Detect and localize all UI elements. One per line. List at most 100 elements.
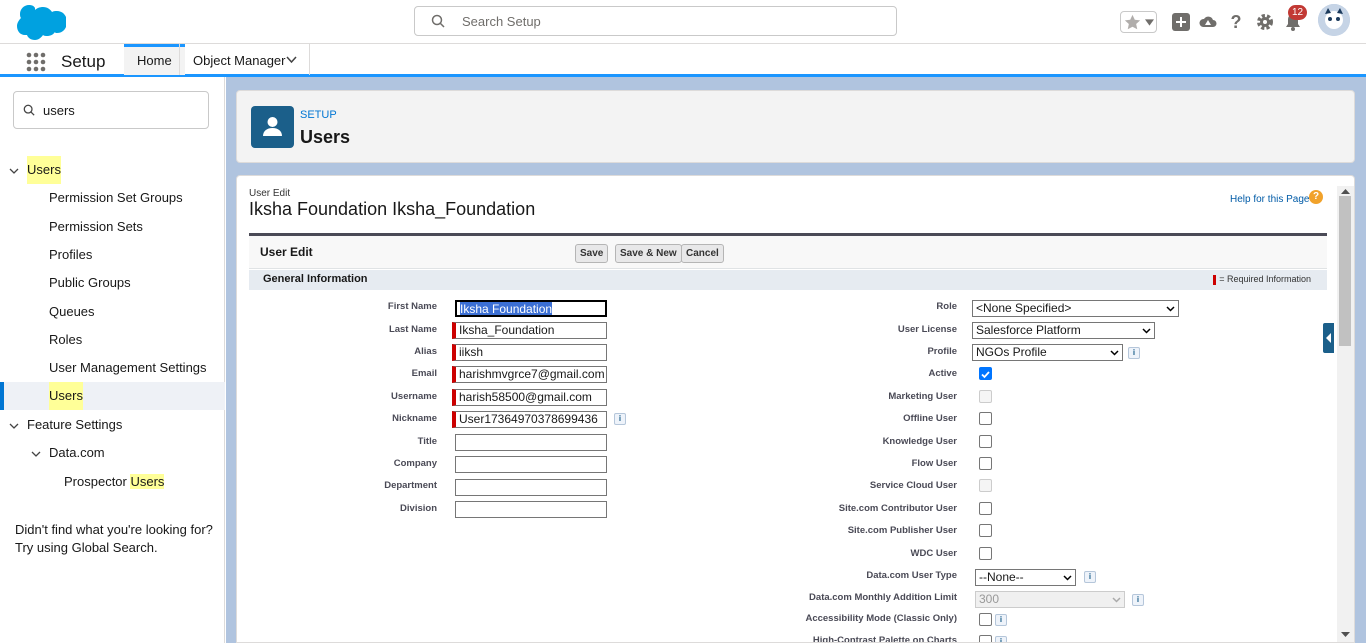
flow-user-checkbox[interactable] xyxy=(979,457,992,470)
chevron-down-icon[interactable] xyxy=(9,166,19,176)
cancel-button[interactable]: Cancel xyxy=(681,244,724,263)
page-header-subtitle[interactable]: SETUP xyxy=(300,109,337,121)
sidebar-item-data-com[interactable]: Data.com xyxy=(0,439,225,467)
label-datacom-monthly-limit: Data.com Monthly Addition Limit xyxy=(809,592,957,603)
tab-object-manager[interactable]: Object Manager xyxy=(179,44,310,75)
label-datacom-user-type: Data.com User Type xyxy=(866,570,957,581)
user-license-select[interactable]: Salesforce Platform xyxy=(972,322,1155,339)
nickname-input[interactable]: User17364970378699436 xyxy=(452,411,607,428)
info-icon[interactable]: i xyxy=(1084,571,1096,583)
info-icon[interactable]: i xyxy=(1128,347,1140,359)
not-found-line-1: Didn't find what you're looking for? xyxy=(15,522,213,537)
add-icon[interactable] xyxy=(1171,12,1191,32)
site-publisher-user-checkbox[interactable] xyxy=(979,524,992,537)
search-icon xyxy=(23,104,35,116)
company-input[interactable] xyxy=(455,456,607,473)
last-name-input[interactable]: Iksha_Foundation xyxy=(452,322,607,339)
quick-find-input[interactable]: users xyxy=(13,91,209,129)
trailhead-icon[interactable] xyxy=(1198,12,1218,32)
favorites-button[interactable] xyxy=(1120,11,1157,33)
info-icon[interactable]: i xyxy=(995,636,1007,642)
star-icon xyxy=(1124,14,1141,30)
sidebar-item-permission-set-groups[interactable]: Permission Set Groups xyxy=(0,184,225,212)
sidebar-item-permission-sets[interactable]: Permission Sets xyxy=(0,213,225,241)
help-icon[interactable]: ? xyxy=(1226,12,1246,32)
label-accessibility-mode: Accessibility Mode (Classic Only) xyxy=(805,613,957,624)
label-title: Title xyxy=(417,436,437,447)
first-name-input[interactable]: Iksha Foundation xyxy=(455,300,607,317)
button-row: User Edit Save Save & New Cancel xyxy=(249,236,1327,269)
main-content: SETUP Users User Edit Iksha Foundation I… xyxy=(226,77,1366,643)
sidebar-item-queues[interactable]: Queues xyxy=(0,298,225,326)
sidebar-item-profiles[interactable]: Profiles xyxy=(0,241,225,269)
quick-find-value: users xyxy=(43,103,75,118)
gear-icon[interactable] xyxy=(1255,12,1275,32)
sidebar-item-feature-settings[interactable]: Feature Settings xyxy=(0,411,225,439)
scrollbar-thumb[interactable] xyxy=(1339,196,1351,346)
label-offline-user: Offline User xyxy=(903,413,957,424)
info-icon[interactable]: i xyxy=(995,614,1007,626)
salesforce-logo[interactable] xyxy=(14,4,66,40)
sidebar-item-users[interactable]: Users xyxy=(0,382,225,410)
scroll-up-icon[interactable] xyxy=(1341,188,1350,194)
active-checkbox[interactable] xyxy=(979,367,992,380)
sidebar-item-users-group[interactable]: Users xyxy=(0,156,225,184)
label-high-contrast-palette: High-Contrast Palette on Charts xyxy=(812,635,957,643)
avatar-icon xyxy=(1318,4,1350,36)
alias-input[interactable]: iiksh xyxy=(452,344,607,361)
high-contrast-palette-checkbox[interactable] xyxy=(979,635,992,642)
edit-page-title: Iksha Foundation Iksha_Foundation xyxy=(249,199,536,219)
user-avatar[interactable] xyxy=(1318,4,1350,36)
info-icon[interactable]: i xyxy=(614,413,626,425)
info-icon[interactable]: i xyxy=(1132,594,1144,606)
notification-badge: 12 xyxy=(1288,5,1307,20)
wdc-user-checkbox[interactable] xyxy=(979,547,992,560)
global-header: Search Setup ? 12 xyxy=(0,0,1366,44)
label-nickname: Nickname xyxy=(392,413,437,424)
sidebar-item-label: Feature Settings xyxy=(27,417,123,432)
global-search-input[interactable]: Search Setup xyxy=(414,6,897,36)
label-highlight: Users xyxy=(130,474,165,489)
required-legend-text: = Required Information xyxy=(1219,274,1311,284)
knowledge-user-checkbox[interactable] xyxy=(979,435,992,448)
save-new-button[interactable]: Save & New xyxy=(615,244,682,263)
offline-user-checkbox[interactable] xyxy=(979,412,992,425)
chevron-down-icon[interactable] xyxy=(286,56,297,64)
sidebar-item-prospector-users[interactable]: Prospector Users xyxy=(0,468,225,496)
department-input[interactable] xyxy=(455,479,607,496)
chevron-down-icon[interactable] xyxy=(9,421,19,431)
accessibility-mode-checkbox[interactable] xyxy=(979,613,992,626)
title-input[interactable] xyxy=(455,434,607,451)
label-username: Username xyxy=(391,391,437,402)
username-input[interactable]: harish58500@gmail.com xyxy=(452,389,607,406)
app-launcher-icon[interactable] xyxy=(26,52,46,72)
sidebar-item-roles[interactable]: Roles xyxy=(0,326,225,354)
email-input[interactable]: harishmvgrce7@gmail.com xyxy=(452,366,607,383)
sidebar-item-label: Data.com xyxy=(49,445,105,460)
save-button[interactable]: Save xyxy=(575,244,609,263)
label-profile: Profile xyxy=(927,346,957,357)
sidebar-item-user-management-settings[interactable]: User Management Settings xyxy=(0,354,225,382)
marketing-user-checkbox xyxy=(979,390,992,403)
chevron-down-icon xyxy=(1145,19,1154,26)
user-edit-panel: User Edit Iksha Foundation Iksha_Foundat… xyxy=(236,175,1355,643)
role-value: <None Specified> xyxy=(976,301,1072,315)
panel-scrollbar[interactable] xyxy=(1337,186,1354,642)
sidebar-item-label: Permission Set Groups xyxy=(49,190,183,205)
role-select[interactable]: <None Specified> xyxy=(972,300,1179,317)
tab-home[interactable]: Home xyxy=(124,44,185,75)
side-panel-toggle[interactable] xyxy=(1321,321,1336,355)
checkmark-icon xyxy=(981,371,990,379)
help-link[interactable]: Help for this Page xyxy=(1230,194,1310,205)
not-found-line-2: Try using Global Search. xyxy=(15,540,158,555)
help-icon[interactable]: ? xyxy=(1309,190,1323,204)
sidebar-item-public-groups[interactable]: Public Groups xyxy=(0,269,225,297)
search-placeholder: Search Setup xyxy=(462,14,541,29)
site-contributor-user-checkbox[interactable] xyxy=(979,502,992,515)
division-input[interactable] xyxy=(455,501,607,518)
user-license-value: Salesforce Platform xyxy=(976,323,1081,337)
chevron-down-icon[interactable] xyxy=(31,449,41,459)
profile-select[interactable]: NGOs Profile xyxy=(972,344,1123,361)
scroll-down-icon[interactable] xyxy=(1341,632,1350,638)
datacom-user-type-select[interactable]: --None-- xyxy=(975,569,1076,586)
